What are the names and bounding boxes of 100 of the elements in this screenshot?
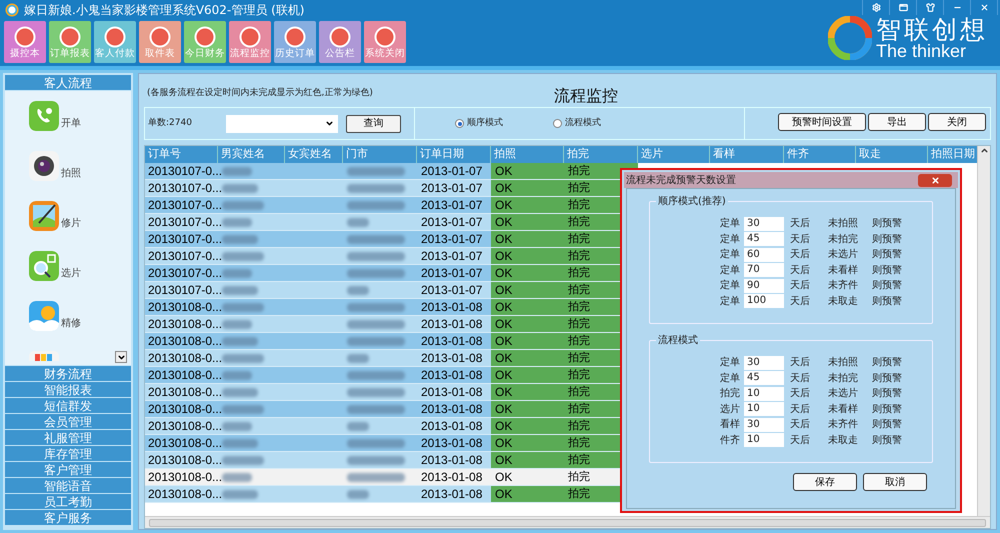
circle-icon (104, 26, 126, 48)
blurred-text (347, 438, 405, 448)
condition-label: 未选片 (828, 248, 859, 262)
sidebar-app-label[interactable]: 精修 (61, 316, 81, 331)
blurred-text (347, 268, 405, 278)
action-label: 则预警 (872, 248, 902, 262)
sidebar-app-label[interactable]: 选片 (61, 266, 81, 281)
table-cell-text: 2013-01-07 (420, 197, 484, 213)
action-button[interactable]: 关闭 (928, 113, 986, 131)
table-cell: OK (491, 367, 564, 383)
table-cell-text: 2013-01-08 (420, 384, 484, 400)
sidebar-app-label[interactable]: 修片 (61, 216, 81, 231)
blurred-text (222, 336, 258, 346)
unit-label: 天后 (790, 216, 811, 232)
sidebar-app-label[interactable]: 开单 (61, 116, 81, 131)
days-field[interactable]: 90 (744, 278, 784, 293)
condition-label: 未看样 (828, 402, 859, 417)
scroll-down-button[interactable] (115, 351, 127, 363)
close-icon[interactable] (980, 3, 988, 12)
settings-icon[interactable] (872, 3, 880, 12)
blurred-text (347, 218, 369, 226)
blurred-text (222, 456, 264, 464)
table-cell: OK (491, 265, 564, 281)
days-field[interactable]: 10 (744, 386, 784, 401)
dialog-button[interactable]: 取消 (863, 473, 927, 491)
table-cell: OK (491, 350, 564, 366)
action-label: 则预警 (872, 372, 902, 386)
book-icon (29, 351, 59, 361)
blurred-text (222, 286, 258, 294)
sidebar-app-label[interactable]: 拍照 (61, 166, 81, 181)
table-cell: OK (491, 248, 564, 264)
camera-icon (29, 151, 59, 181)
table-cell-text: 2013-01-08 (420, 299, 484, 315)
chevron-up-icon (980, 146, 988, 155)
condition-label: 未拍照 (828, 356, 859, 370)
table-cell-text: 2013-01-08 (420, 316, 484, 332)
table-cell: OK (491, 282, 564, 298)
blurred-text (347, 404, 405, 414)
days-field[interactable]: 30 (744, 216, 784, 231)
mode-radio[interactable]: 顺序模式 (455, 116, 503, 130)
days-field[interactable]: 10 (744, 433, 784, 448)
days-field[interactable]: 60 (744, 248, 784, 262)
table-cell-text: 2013-01-08 (420, 486, 484, 502)
page-title: 流程监控 (554, 85, 618, 107)
blurred-text (222, 320, 252, 328)
dialog-button[interactable]: 保存 (793, 473, 857, 491)
action-label: 则预警 (872, 232, 902, 247)
table-cell-text: 2013-01-07 (420, 163, 484, 179)
field-label: 定单 (720, 232, 741, 247)
action-label: 则预警 (872, 418, 902, 432)
days-field[interactable]: 45 (744, 232, 784, 246)
ring-logo-icon (828, 16, 872, 60)
action-label: 则预警 (872, 217, 902, 232)
blurred-text (347, 184, 405, 192)
blurred-text (222, 268, 252, 278)
blurred-text (347, 336, 405, 346)
horizontal-scrollbar[interactable] (145, 516, 990, 528)
table-cell: OK (491, 316, 564, 332)
field-label: 定单 (720, 248, 741, 262)
table-cell: OK (491, 180, 564, 196)
shirt-icon[interactable] (926, 3, 934, 12)
app-logo-icon (5, 2, 19, 16)
blurred-text (222, 354, 264, 362)
unit-label: 天后 (790, 294, 811, 309)
blurred-text (347, 490, 369, 498)
field-label: 定单 (720, 264, 741, 278)
table-cell-text: 2013-01-08 (420, 418, 484, 434)
action-label: 则预警 (872, 387, 902, 402)
blurred-text (222, 166, 252, 176)
circle-icon (374, 26, 396, 48)
days-field[interactable]: 100 (744, 294, 784, 308)
days-field[interactable]: 70 (744, 263, 784, 278)
days-field[interactable]: 10 (744, 402, 784, 416)
table-cell: OK (491, 401, 564, 417)
search-button[interactable]: 查询 (346, 114, 401, 132)
condition-label: 未看样 (828, 264, 859, 278)
table-cell-text: 2013-01-08 (420, 333, 484, 349)
action-button[interactable]: 导出 (868, 113, 926, 131)
action-button[interactable]: 预警时间设置 (778, 113, 866, 131)
table-cell-text: 2013-01-07 (420, 282, 484, 298)
blurred-text (347, 302, 405, 312)
blurred-text (347, 252, 405, 260)
unit-label: 天后 (790, 372, 811, 386)
brand-name: 智联创想 (876, 16, 988, 42)
picture-icon (29, 201, 59, 231)
action-label: 则预警 (872, 356, 902, 370)
blurred-text (347, 166, 405, 176)
field-label: 拍完 (720, 386, 741, 402)
table-cell: OK (491, 418, 564, 434)
blurred-text (222, 438, 258, 448)
table-cell: OK (491, 486, 564, 502)
blurred-text (222, 404, 264, 414)
window-icon[interactable] (898, 3, 908, 12)
unit-label: 天后 (790, 232, 811, 247)
days-field[interactable]: 30 (744, 418, 784, 432)
days-field[interactable]: 30 (744, 356, 784, 370)
days-field[interactable]: 45 (744, 371, 784, 386)
vertical-scrollbar[interactable] (977, 146, 990, 516)
close-button[interactable] (918, 174, 952, 186)
mode-radio[interactable]: 流程模式 (553, 116, 601, 130)
